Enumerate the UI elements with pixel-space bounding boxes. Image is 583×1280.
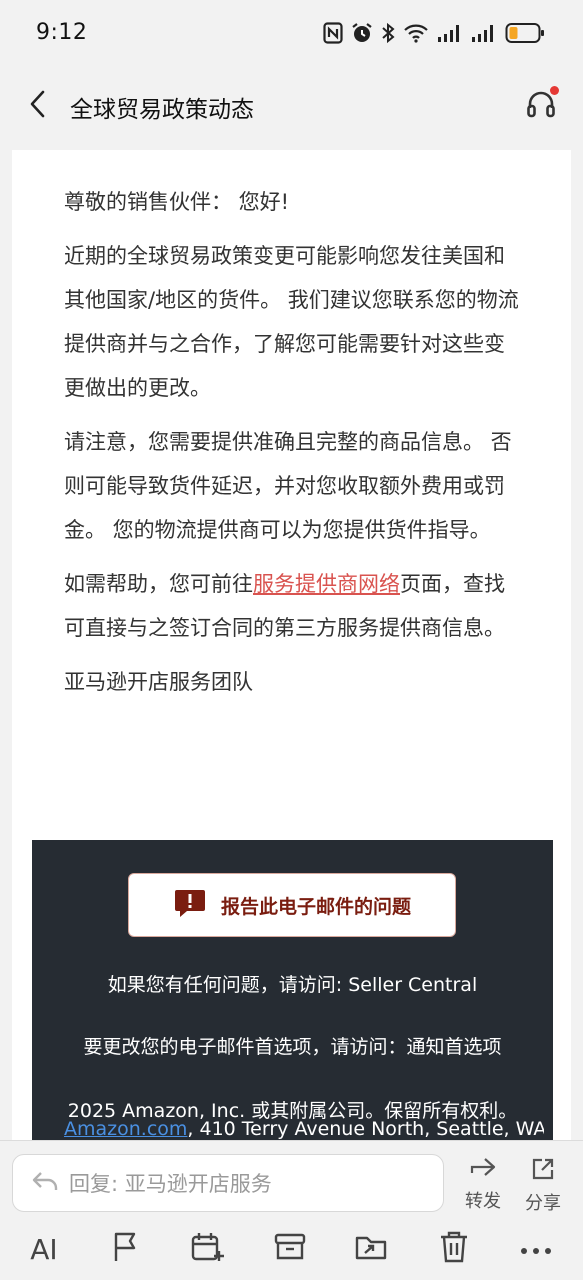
bottom-toolbar: AI xyxy=(0,1225,583,1275)
email-content: 尊敬的销售伙伴： 您好! 近期的全球贸易政策变更可能影响您发往美国和其他国家/地… xyxy=(12,150,571,1140)
report-email-button[interactable]: 报告此电子邮件的问题 xyxy=(128,873,456,937)
flag-icon xyxy=(112,1231,140,1267)
forward-button[interactable]: 转发 xyxy=(458,1157,508,1213)
support-button[interactable] xyxy=(521,86,561,126)
report-email-label: 报告此电子邮件的问题 xyxy=(220,895,411,918)
battery-icon xyxy=(505,22,545,44)
back-button[interactable] xyxy=(20,88,56,124)
reply-bar: 回复: 亚马逊开店服务 转发 分享 AI xyxy=(0,1140,583,1280)
email-body: 尊敬的销售伙伴： 您好! 近期的全球贸易政策变更可能影响您发往美国和其他国家/地… xyxy=(64,180,524,714)
reply-input[interactable]: 回复: 亚马逊开店服务 xyxy=(12,1154,444,1212)
more-dots-icon xyxy=(520,1240,552,1259)
move-to-folder-button[interactable] xyxy=(352,1229,392,1269)
alert-icon xyxy=(173,887,207,923)
archive-button[interactable] xyxy=(270,1229,310,1269)
alarm-icon xyxy=(351,22,373,44)
email-footer: 报告此电子邮件的问题 如果您有任何问题，请访问: Seller Central … xyxy=(32,840,553,1140)
amazon-address-line: Amazon.com, 410 Terry Avenue North, Seat… xyxy=(64,1118,544,1140)
status-time: 9:12 xyxy=(36,20,88,45)
email-signature: 亚马逊开店服务团队 xyxy=(64,670,253,694)
amazon-link[interactable]: Amazon.com xyxy=(64,1118,187,1140)
reply-icon xyxy=(31,1170,59,1196)
wifi-icon xyxy=(403,23,429,43)
email-greeting: 尊敬的销售伙伴： 您好! xyxy=(64,190,290,214)
delete-button[interactable] xyxy=(434,1229,474,1269)
help-line[interactable]: 如果您有任何问题，请访问: Seller Central xyxy=(32,970,553,997)
email-paragraph: 如需帮助，您可前往服务提供商网络页面，查找可直接与之签订合同的第三方服务提供商信… xyxy=(64,562,524,650)
share-label: 分享 xyxy=(525,1193,561,1214)
nfc-icon xyxy=(323,22,343,44)
page-title: 全球贸易政策动态 xyxy=(70,97,254,123)
service-provider-network-link[interactable]: 服务提供商网络 xyxy=(253,572,400,596)
ai-label: AI xyxy=(30,1232,58,1266)
add-to-calendar-button[interactable] xyxy=(188,1229,228,1269)
address-text: , 410 Terry Avenue North, Seattle, WA xyxy=(187,1118,544,1140)
notification-dot xyxy=(550,86,559,95)
app-header: 全球贸易政策动态 xyxy=(0,66,583,148)
move-folder-icon xyxy=(355,1232,389,1266)
trash-icon xyxy=(439,1231,469,1267)
more-options-button[interactable] xyxy=(516,1229,556,1269)
ai-button[interactable]: AI xyxy=(24,1229,64,1269)
share-icon xyxy=(531,1157,555,1185)
forward-icon xyxy=(470,1157,496,1183)
bluetooth-icon xyxy=(381,22,395,44)
signal-icon xyxy=(471,23,497,43)
chevron-left-icon xyxy=(28,89,48,123)
signal-icon xyxy=(437,23,463,43)
share-button[interactable]: 分享 xyxy=(518,1157,568,1214)
status-bar: 9:12 xyxy=(0,0,583,66)
email-paragraph: 请注意，您需要提供准确且完整的商品信息。 否则可能导致货件延迟，并对您收取额外费… xyxy=(64,430,512,542)
status-icons xyxy=(323,20,545,46)
paragraph-text: 如需帮助，您可前往 xyxy=(64,572,253,596)
calendar-add-icon xyxy=(191,1231,225,1267)
forward-label: 转发 xyxy=(465,1191,501,1212)
reply-placeholder: 回复: 亚马逊开店服务 xyxy=(69,1172,272,1196)
email-preferences-line[interactable]: 要更改您的电子邮件首选项，请访问：通知首选项 xyxy=(32,1032,553,1059)
flag-button[interactable] xyxy=(106,1229,146,1269)
archive-icon xyxy=(274,1232,306,1266)
email-paragraph: 近期的全球贸易政策变更可能影响您发往美国和其他国家/地区的货件。 我们建议您联系… xyxy=(64,244,519,400)
